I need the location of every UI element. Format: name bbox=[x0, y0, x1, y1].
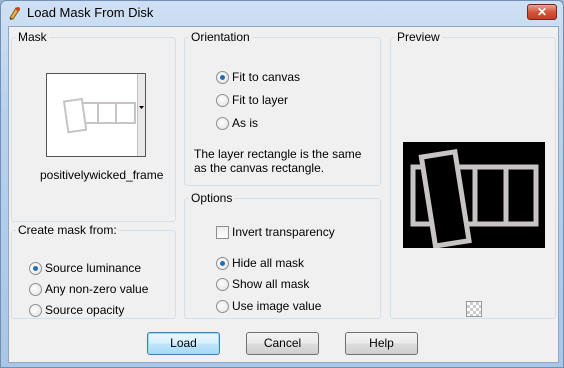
source-luminance-radio[interactable] bbox=[29, 262, 42, 275]
fit-to-canvas-radio[interactable] bbox=[216, 71, 229, 84]
title-bar[interactable]: Load Mask From Disk ✕ bbox=[1, 1, 563, 25]
invert-transparency-label[interactable]: Invert transparency bbox=[232, 225, 335, 239]
preview-image bbox=[403, 142, 545, 249]
options-group: Options Invert transparency Hide all mas… bbox=[184, 191, 381, 319]
close-button[interactable]: ✕ bbox=[527, 4, 557, 20]
show-all-mask-label[interactable]: Show all mask bbox=[232, 277, 309, 291]
orientation-label: Orientation bbox=[191, 30, 250, 44]
cancel-button[interactable]: Cancel bbox=[246, 332, 319, 355]
any-nonzero-label[interactable]: Any non-zero value bbox=[45, 282, 148, 296]
use-image-value-radio[interactable] bbox=[216, 300, 229, 313]
orientation-description: The layer rectangle is the same as the c… bbox=[194, 147, 362, 175]
dialog-window: Load Mask From Disk ✕ Mask positivelywic… bbox=[0, 0, 564, 368]
create-mask-from-label: Create mask from: bbox=[18, 223, 117, 237]
any-nonzero-radio[interactable] bbox=[29, 283, 42, 296]
hide-all-mask-radio[interactable] bbox=[216, 257, 229, 270]
mask-thumbnail-image bbox=[62, 97, 136, 134]
preview-mask-image bbox=[410, 148, 539, 249]
use-image-value-label[interactable]: Use image value bbox=[232, 299, 321, 313]
mask-thumbnail bbox=[50, 77, 138, 153]
preview-label: Preview bbox=[397, 30, 440, 44]
mask-group: Mask positivelywicked_frame bbox=[11, 30, 176, 222]
mask-name-label: positivelywicked_frame bbox=[40, 168, 164, 182]
source-luminance-label[interactable]: Source luminance bbox=[45, 261, 141, 275]
orientation-group: Orientation Fit to canvas Fit to layer A… bbox=[184, 30, 381, 186]
window-title: Load Mask From Disk bbox=[27, 5, 154, 20]
fit-to-layer-label[interactable]: Fit to layer bbox=[232, 93, 288, 107]
source-opacity-label[interactable]: Source opacity bbox=[45, 303, 124, 317]
mask-dropdown-arrow[interactable] bbox=[137, 74, 145, 156]
invert-transparency-checkbox[interactable] bbox=[216, 226, 229, 239]
transparency-toggle-icon[interactable] bbox=[466, 301, 482, 317]
app-icon bbox=[9, 7, 20, 20]
close-icon: ✕ bbox=[536, 5, 548, 19]
load-button[interactable]: Load bbox=[147, 332, 220, 355]
fit-to-layer-radio[interactable] bbox=[216, 94, 229, 107]
chevron-down-icon bbox=[139, 106, 144, 109]
show-all-mask-radio[interactable] bbox=[216, 278, 229, 291]
mask-group-label: Mask bbox=[18, 30, 47, 44]
create-mask-from-group: Create mask from: Source luminance Any n… bbox=[11, 223, 176, 319]
preview-group: Preview bbox=[390, 30, 556, 319]
as-is-label[interactable]: As is bbox=[232, 116, 258, 130]
fit-to-canvas-label[interactable]: Fit to canvas bbox=[232, 70, 300, 84]
as-is-radio[interactable] bbox=[216, 117, 229, 130]
mask-thumbnail-picker[interactable] bbox=[46, 73, 146, 157]
hide-all-mask-label[interactable]: Hide all mask bbox=[232, 256, 304, 270]
dialog-body: Mask positivelywicked_frame Create mask … bbox=[8, 26, 559, 363]
help-button[interactable]: Help bbox=[345, 332, 418, 355]
source-opacity-radio[interactable] bbox=[29, 304, 42, 317]
options-label: Options bbox=[191, 191, 233, 205]
